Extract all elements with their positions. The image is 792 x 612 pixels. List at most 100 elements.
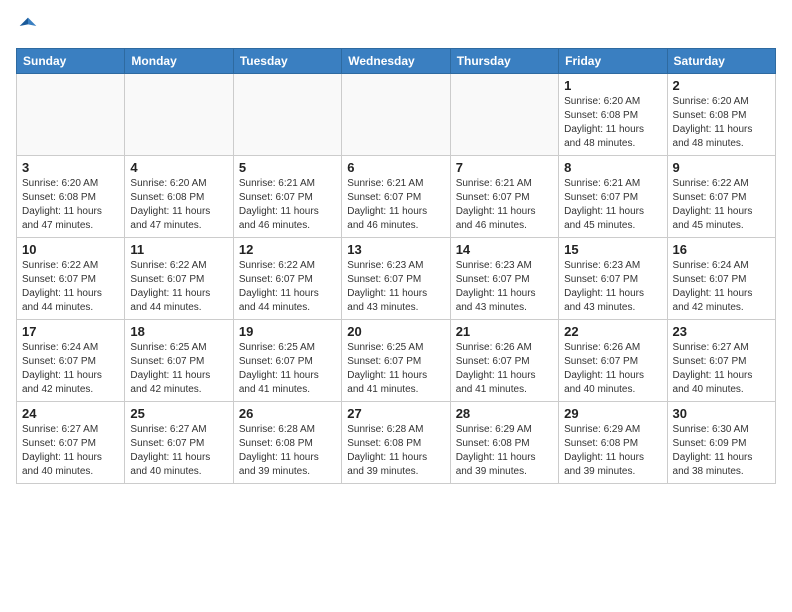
day-cell: 17 Sunrise: 6:24 AM Sunset: 6:07 PM Dayli… [17,320,125,402]
day-number: 5 [239,160,336,175]
day-info: Sunrise: 6:22 AM Sunset: 6:07 PM Dayligh… [239,259,336,315]
logo-icon [18,16,38,36]
day-info: Sunrise: 6:25 AM Sunset: 6:07 PM Dayligh… [347,341,444,397]
day-info: Sunrise: 6:21 AM Sunset: 6:07 PM Dayligh… [239,177,336,233]
day-info: Sunrise: 6:20 AM Sunset: 6:08 PM Dayligh… [22,177,119,233]
day-number: 26 [239,406,336,421]
day-cell [125,74,233,156]
day-info: Sunrise: 6:25 AM Sunset: 6:07 PM Dayligh… [239,341,336,397]
day-number: 15 [564,242,661,257]
day-cell: 26 Sunrise: 6:28 AM Sunset: 6:08 PM Dayli… [233,402,341,484]
day-cell: 27 Sunrise: 6:28 AM Sunset: 6:08 PM Dayli… [342,402,450,484]
day-info: Sunrise: 6:23 AM Sunset: 6:07 PM Dayligh… [347,259,444,315]
day-cell: 13 Sunrise: 6:23 AM Sunset: 6:07 PM Dayli… [342,238,450,320]
day-cell: 1 Sunrise: 6:20 AM Sunset: 6:08 PM Daylig… [559,74,667,156]
day-cell [17,74,125,156]
day-number: 13 [347,242,444,257]
day-cell: 3 Sunrise: 6:20 AM Sunset: 6:08 PM Daylig… [17,156,125,238]
day-info: Sunrise: 6:26 AM Sunset: 6:07 PM Dayligh… [564,341,661,397]
day-info: Sunrise: 6:21 AM Sunset: 6:07 PM Dayligh… [564,177,661,233]
day-cell: 28 Sunrise: 6:29 AM Sunset: 6:08 PM Dayli… [450,402,558,484]
day-cell: 7Sunrise: 6:21 AM Sunset: 6:07 PM Daylig… [450,156,558,238]
day-cell [233,74,341,156]
day-number: 28 [456,406,553,421]
day-number: 29 [564,406,661,421]
day-info: Sunrise: 6:23 AM Sunset: 6:07 PM Dayligh… [456,259,553,315]
day-number: 22 [564,324,661,339]
week-row-4: 17 Sunrise: 6:24 AM Sunset: 6:07 PM Dayli… [17,320,776,402]
logo [16,16,38,36]
day-cell: 4 Sunrise: 6:20 AM Sunset: 6:08 PM Daylig… [125,156,233,238]
day-info: Sunrise: 6:27 AM Sunset: 6:07 PM Dayligh… [673,341,770,397]
week-row-2: 3 Sunrise: 6:20 AM Sunset: 6:08 PM Daylig… [17,156,776,238]
day-cell: 25 Sunrise: 6:27 AM Sunset: 6:07 PM Dayli… [125,402,233,484]
day-info: Sunrise: 6:26 AM Sunset: 6:07 PM Dayligh… [456,341,553,397]
day-cell [450,74,558,156]
day-number: 17 [22,324,119,339]
day-number: 1 [564,78,661,93]
day-number: 21 [456,324,553,339]
day-number: 10 [22,242,119,257]
day-cell: 10 Sunrise: 6:22 AM Sunset: 6:07 PM Dayli… [17,238,125,320]
day-number: 20 [347,324,444,339]
day-cell: 2 Sunrise: 6:20 AM Sunset: 6:08 PM Daylig… [667,74,775,156]
col-header-friday: Friday [559,49,667,74]
day-cell: 8 Sunrise: 6:21 AM Sunset: 6:07 PM Daylig… [559,156,667,238]
day-number: 25 [130,406,227,421]
page: SundayMondayTuesdayWednesdayThursdayFrid… [0,0,792,500]
day-number: 8 [564,160,661,175]
day-number: 12 [239,242,336,257]
day-number: 18 [130,324,227,339]
col-header-sunday: Sunday [17,49,125,74]
day-info: Sunrise: 6:22 AM Sunset: 6:07 PM Dayligh… [130,259,227,315]
day-number: 24 [22,406,119,421]
col-header-monday: Monday [125,49,233,74]
day-info: Sunrise: 6:28 AM Sunset: 6:08 PM Dayligh… [347,423,444,479]
day-cell: 14Sunrise: 6:23 AM Sunset: 6:07 PM Dayli… [450,238,558,320]
day-info: Sunrise: 6:27 AM Sunset: 6:07 PM Dayligh… [130,423,227,479]
day-cell: 6Sunrise: 6:21 AM Sunset: 6:07 PM Daylig… [342,156,450,238]
day-cell: 9Sunrise: 6:22 AM Sunset: 6:07 PM Daylig… [667,156,775,238]
day-cell: 18 Sunrise: 6:25 AM Sunset: 6:07 PM Dayli… [125,320,233,402]
col-header-wednesday: Wednesday [342,49,450,74]
day-info: Sunrise: 6:21 AM Sunset: 6:07 PM Dayligh… [347,177,444,233]
col-header-thursday: Thursday [450,49,558,74]
day-info: Sunrise: 6:20 AM Sunset: 6:08 PM Dayligh… [130,177,227,233]
day-cell: 19Sunrise: 6:25 AM Sunset: 6:07 PM Dayli… [233,320,341,402]
day-cell: 21 Sunrise: 6:26 AM Sunset: 6:07 PM Dayli… [450,320,558,402]
day-number: 23 [673,324,770,339]
day-info: Sunrise: 6:29 AM Sunset: 6:08 PM Dayligh… [564,423,661,479]
day-info: Sunrise: 6:24 AM Sunset: 6:07 PM Dayligh… [22,341,119,397]
day-number: 2 [673,78,770,93]
calendar-header-row: SundayMondayTuesdayWednesdayThursdayFrid… [17,49,776,74]
day-cell: 30Sunrise: 6:30 AM Sunset: 6:09 PM Dayli… [667,402,775,484]
day-number: 9 [673,160,770,175]
day-info: Sunrise: 6:20 AM Sunset: 6:08 PM Dayligh… [673,95,770,151]
day-info: Sunrise: 6:23 AM Sunset: 6:07 PM Dayligh… [564,259,661,315]
week-row-1: 1 Sunrise: 6:20 AM Sunset: 6:08 PM Daylig… [17,74,776,156]
calendar-table: SundayMondayTuesdayWednesdayThursdayFrid… [16,48,776,484]
header [16,16,776,36]
day-cell: 16 Sunrise: 6:24 AM Sunset: 6:07 PM Dayli… [667,238,775,320]
day-info: Sunrise: 6:24 AM Sunset: 6:07 PM Dayligh… [673,259,770,315]
day-number: 30 [673,406,770,421]
day-cell: 12 Sunrise: 6:22 AM Sunset: 6:07 PM Dayli… [233,238,341,320]
day-info: Sunrise: 6:20 AM Sunset: 6:08 PM Dayligh… [564,95,661,151]
day-number: 4 [130,160,227,175]
day-info: Sunrise: 6:29 AM Sunset: 6:08 PM Dayligh… [456,423,553,479]
week-row-3: 10 Sunrise: 6:22 AM Sunset: 6:07 PM Dayli… [17,238,776,320]
day-number: 11 [130,242,227,257]
day-cell: 24 Sunrise: 6:27 AM Sunset: 6:07 PM Dayli… [17,402,125,484]
day-info: Sunrise: 6:27 AM Sunset: 6:07 PM Dayligh… [22,423,119,479]
col-header-tuesday: Tuesday [233,49,341,74]
day-info: Sunrise: 6:28 AM Sunset: 6:08 PM Dayligh… [239,423,336,479]
day-number: 3 [22,160,119,175]
day-number: 16 [673,242,770,257]
day-cell: 20 Sunrise: 6:25 AM Sunset: 6:07 PM Dayli… [342,320,450,402]
day-cell: 22 Sunrise: 6:26 AM Sunset: 6:07 PM Dayli… [559,320,667,402]
day-info: Sunrise: 6:25 AM Sunset: 6:07 PM Dayligh… [130,341,227,397]
day-cell [342,74,450,156]
day-number: 27 [347,406,444,421]
day-number: 7 [456,160,553,175]
day-info: Sunrise: 6:22 AM Sunset: 6:07 PM Dayligh… [22,259,119,315]
